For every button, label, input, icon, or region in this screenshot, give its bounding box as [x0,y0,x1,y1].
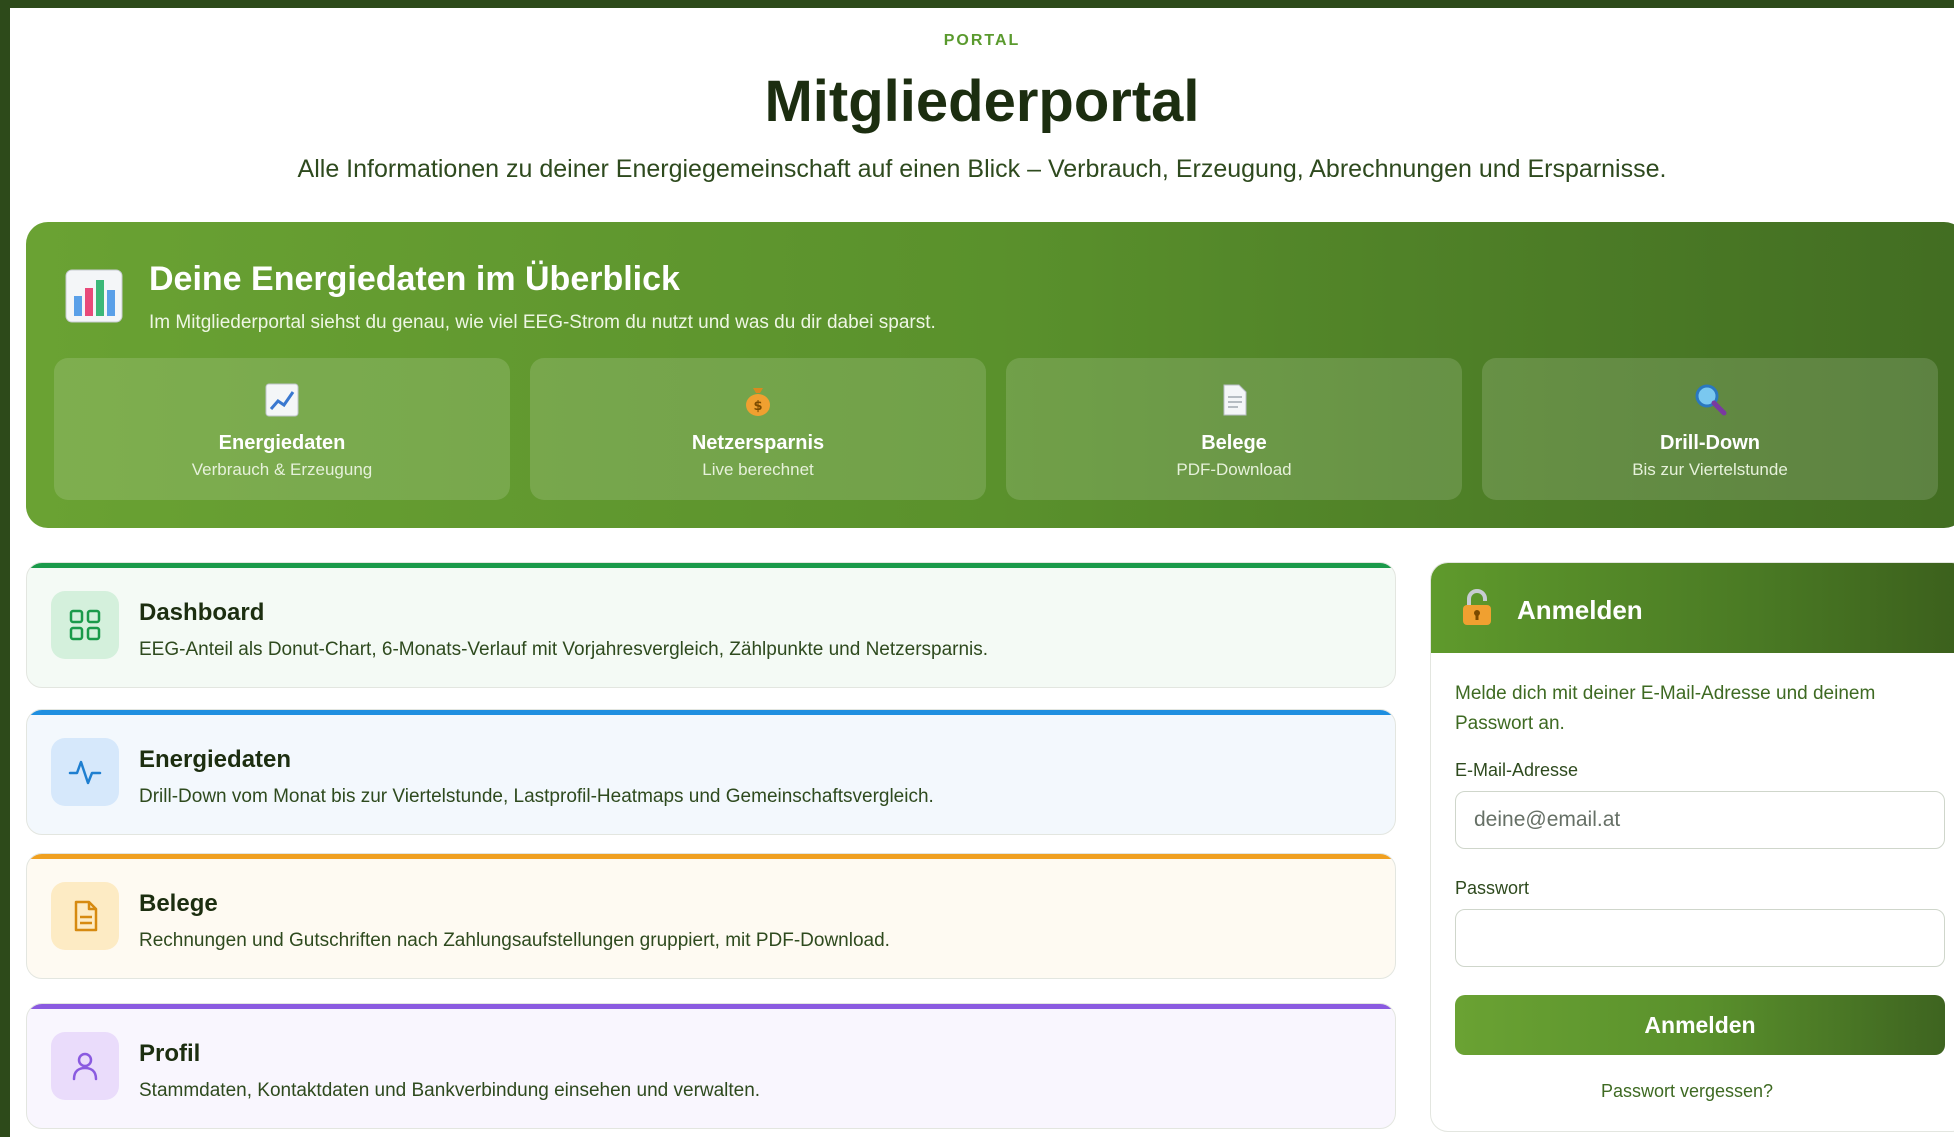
feature-icon-box [51,1032,119,1100]
feature-card-belege[interactable]: Belege Rechnungen und Gutschriften nach … [26,853,1396,979]
feature-title: Dashboard [139,599,265,626]
accent-bar [27,1004,1395,1009]
feature-description: Drill-Down vom Monat bis zur Viertelstun… [139,786,934,807]
user-icon [72,1052,98,1081]
line-chart-icon [265,383,299,417]
accent-bar [27,854,1395,859]
lock-icon [1463,589,1491,625]
login-panel: Anmelden Melde dich mit deiner E-Mail-Ad… [1430,562,1954,1132]
email-label: E-Mail-Adresse [1455,760,1579,780]
feature-icon-box [51,591,119,659]
document-icon [1223,384,1247,416]
svg-text:$: $ [753,399,762,414]
hero-card-drill-down[interactable]: Drill-Down Bis zur Viertelstunde [1482,358,1938,500]
login-title: Anmelden [1517,595,1643,625]
feature-title: Profil [139,1040,201,1067]
accent-bar [27,710,1395,715]
hero-card-belege[interactable]: Belege PDF-Download [1006,358,1462,500]
hero-card-label: Belege [1201,432,1267,454]
password-label: Passwort [1455,878,1530,898]
file-text-icon [74,900,98,932]
hero-subtitle: Im Mitgliederportal siehst du genau, wie… [149,312,936,333]
hero-title: Deine Energiedaten im Überblick [149,260,680,298]
page-title: Mitgliederportal [764,69,1200,134]
hero-card-energiedaten[interactable]: Energiedaten Verbrauch & Erzeugung [54,358,510,500]
feature-icon-box [51,882,119,950]
feature-card-energiedaten[interactable]: Energiedaten Drill-Down vom Monat bis zu… [26,709,1396,835]
bar-chart-icon [65,269,123,323]
hero-card-sub: Bis zur Viertelstunde [1632,460,1788,479]
forgot-password-link[interactable]: Passwort vergessen? [1431,1081,1943,1102]
hero-card-sub: Verbrauch & Erzeugung [191,460,373,479]
hero-card-sub: Live berechnet [702,460,814,479]
activity-icon [68,760,102,785]
hero-card-label: Energiedaten [218,432,346,454]
accent-bar [27,563,1395,568]
login-button[interactable]: Anmelden [1455,995,1945,1055]
hero-card-sub: PDF-Download [1176,460,1292,479]
feature-card-dashboard[interactable]: Dashboard EEG-Anteil als Donut-Chart, 6-… [26,562,1396,688]
page-subtitle: Alle Informationen zu deiner Energiegeme… [297,155,1667,183]
feature-description: Stammdaten, Kontaktdaten und Bankverbind… [139,1080,761,1101]
hero-card-netzersparnis[interactable]: $ Netzersparnis Live berechnet [530,358,986,500]
feature-title: Energiedaten [139,746,292,773]
feature-description: EEG-Anteil als Donut-Chart, 6-Monats-Ver… [139,639,989,660]
portal-kicker: PORTAL [943,32,1021,49]
feature-icon-box [51,738,119,806]
password-field[interactable] [1455,909,1945,967]
money-bag-icon: $ [746,388,770,416]
energy-overview-banner: Deine Energiedaten im Überblick Im Mitgl… [26,222,1954,528]
window-top-border [0,0,1954,8]
login-header: Anmelden [1431,563,1954,653]
login-intro: Melde dich mit deiner E-Mail-Adresse und… [1455,683,1876,734]
hero-card-label: Drill-Down [1660,432,1760,454]
feature-description: Rechnungen und Gutschriften nach Zahlung… [139,930,890,951]
email-field[interactable] [1455,791,1945,849]
window-left-border [0,0,10,1137]
magnifier-icon [1695,384,1727,416]
feature-title: Belege [139,890,218,917]
feature-card-profil[interactable]: Profil Stammdaten, Kontaktdaten und Bank… [26,1003,1396,1129]
grid-icon [69,609,101,641]
hero-card-label: Netzersparnis [691,432,825,454]
